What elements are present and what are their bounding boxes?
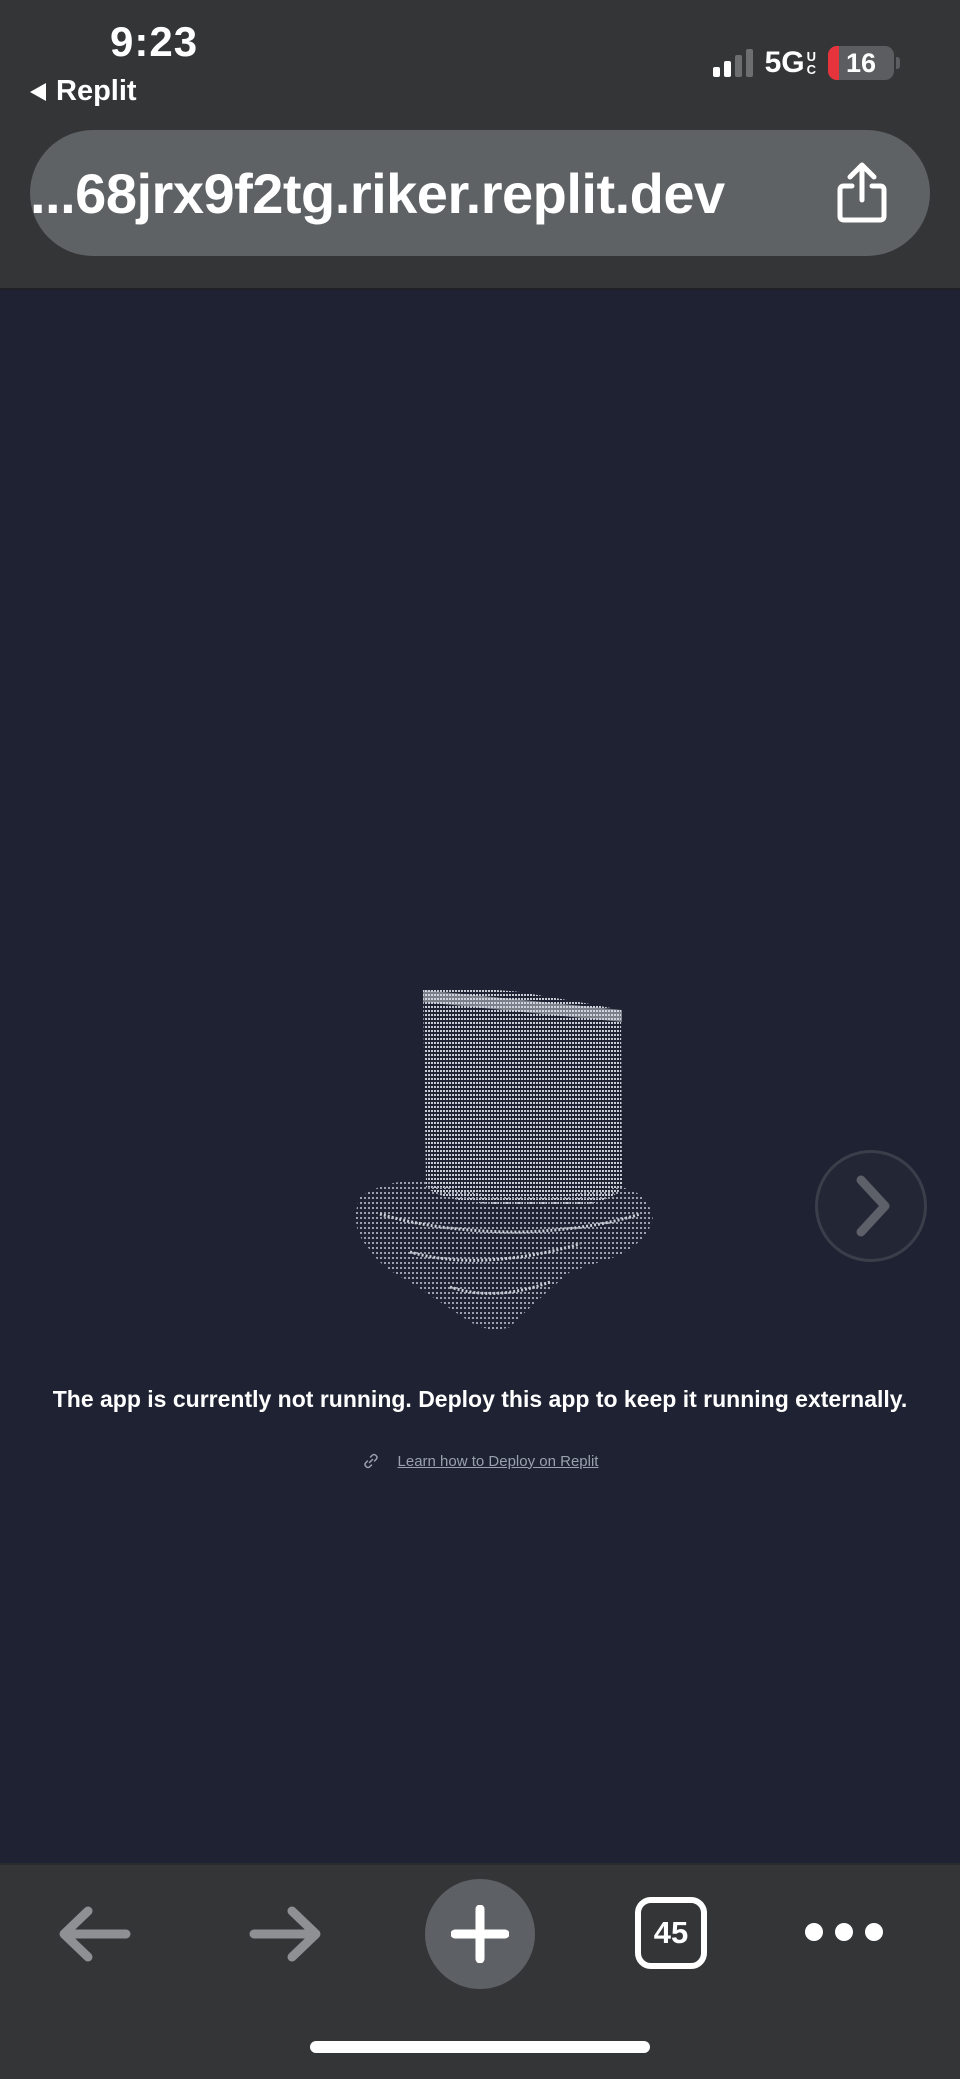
plus-icon	[451, 1905, 509, 1963]
next-button[interactable]	[815, 1150, 927, 1262]
battery-percentage: 16	[845, 47, 877, 78]
url-text[interactable]: ...68jrx9f2tg.riker.replit.dev	[30, 161, 820, 226]
home-indicator[interactable]	[310, 2041, 650, 2053]
network-suffix-bottom: C	[806, 62, 816, 77]
arrow-right-icon	[249, 1906, 321, 1962]
back-to-app-button[interactable]: Replit	[30, 75, 137, 108]
address-bar[interactable]: ...68jrx9f2tg.riker.replit.dev	[30, 130, 930, 256]
back-app-label: Replit	[56, 75, 137, 107]
learn-deploy-link[interactable]: Learn how to Deploy on Replit	[0, 1452, 960, 1470]
network-label: 5G	[764, 46, 805, 79]
ascii-art-top-hat	[355, 988, 653, 1330]
browser-toolbar: 45	[0, 1863, 960, 2079]
more-dots-icon[interactable]	[805, 1923, 883, 1941]
browser-top-bar: 9:23 Replit 5G UC 16 ...68jrx9f2tg.riker…	[0, 0, 960, 290]
arrow-left-icon	[59, 1906, 131, 1962]
learn-deploy-link-text[interactable]: Learn how to Deploy on Replit	[398, 1453, 599, 1470]
new-tab-button[interactable]	[425, 1879, 535, 1989]
status-indicators: 5G UC 16	[712, 46, 900, 80]
tab-switcher-button[interactable]: 45	[635, 1897, 707, 1969]
cellular-signal-icon	[712, 49, 753, 77]
not-running-message: The app is currently not running. Deploy…	[52, 1386, 908, 1412]
back-button[interactable]	[56, 1903, 132, 1965]
link-icon	[363, 1453, 378, 1469]
status-time: 9:23	[110, 18, 199, 65]
chevron-right-icon	[856, 1175, 890, 1237]
forward-button[interactable]	[248, 1903, 324, 1965]
network-type: 5G UC	[765, 46, 816, 80]
battery-icon: 16	[828, 46, 894, 80]
battery-tip	[896, 57, 900, 69]
web-content: The app is currently not running. Deploy…	[0, 290, 960, 1863]
back-triangle-icon	[30, 82, 46, 101]
share-icon[interactable]	[834, 162, 890, 224]
